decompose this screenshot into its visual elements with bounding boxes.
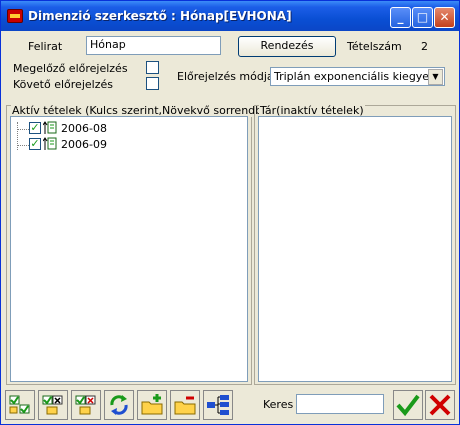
prev-forecast-checkbox[interactable] (146, 61, 159, 74)
select-all-button[interactable] (5, 390, 35, 420)
ok-button[interactable] (393, 390, 423, 420)
dimension-editor-window: Dimenzió szerkesztő : Hónap[EVHONA] _ □ … (0, 0, 460, 425)
inactive-items-list[interactable] (258, 116, 452, 382)
deselect-all-button[interactable] (38, 390, 68, 420)
search-label: Keres (263, 398, 294, 411)
remove-folder-icon (174, 396, 196, 415)
item-checkbox[interactable]: ✓ (29, 122, 41, 134)
hierarchy-icon (207, 395, 229, 415)
hierarchy-button[interactable] (203, 390, 233, 420)
chevron-down-icon[interactable]: ▼ (428, 69, 443, 85)
select-all-icon (9, 395, 30, 414)
forecast-mode-select[interactable]: Triplán exponenciális kiegyenlíté ▼ (270, 67, 445, 86)
sort-item-icon (43, 137, 57, 150)
remove-folder-button[interactable] (170, 390, 200, 420)
minimize-button[interactable]: _ (390, 7, 411, 28)
inactive-items-group: Tár(inaktív tételek) (254, 105, 456, 385)
remove-checked-button[interactable] (71, 390, 101, 420)
caption-input[interactable]: Hónap (86, 36, 221, 55)
search-input[interactable] (296, 394, 384, 414)
next-forecast-checkbox[interactable] (146, 77, 159, 90)
next-forecast-label: Követő előrejelzés (13, 78, 113, 91)
sort-button[interactable]: Rendezés (238, 36, 336, 57)
title-bar[interactable]: Dimenzió szerkesztő : Hónap[EVHONA] _ □ … (1, 1, 459, 31)
tree-connector (17, 129, 29, 130)
add-folder-icon (141, 394, 163, 415)
deselect-all-icon (42, 395, 63, 415)
refresh-button[interactable] (104, 390, 134, 420)
window-title: Dimenzió szerkesztő : Hónap[EVHONA] (28, 9, 292, 23)
item-label: 2006-08 (61, 122, 107, 135)
close-button[interactable]: ✕ (434, 7, 455, 28)
forecast-mode-label: Előrejelzés módja (177, 70, 274, 83)
item-label: 2006-09 (61, 138, 107, 151)
item-checkbox[interactable]: ✓ (29, 138, 41, 150)
count-label: Tételszám (347, 40, 402, 53)
cross-icon (429, 394, 451, 416)
active-items-tree[interactable]: ✓ 2006-08 ✓ 2006-09 (10, 116, 248, 382)
caption-label: Felirat (28, 40, 63, 53)
sort-item-icon (43, 121, 57, 134)
checkmark-icon (396, 394, 420, 417)
cancel-button[interactable] (425, 390, 455, 420)
count-value: 2 (421, 40, 428, 53)
add-folder-button[interactable] (137, 390, 167, 420)
refresh-icon (110, 395, 128, 415)
active-items-group: Aktív tételek (Kulcs szerint,Növekvő sor… (6, 105, 282, 385)
remove-checked-icon (75, 395, 96, 415)
tree-connector (17, 145, 29, 146)
forecast-mode-value: Triplán exponenciális kiegyenlíté (274, 70, 429, 83)
maximize-button[interactable]: □ (412, 7, 433, 28)
app-icon (7, 9, 23, 23)
prev-forecast-label: Megelőző előrejelzés (13, 62, 128, 75)
